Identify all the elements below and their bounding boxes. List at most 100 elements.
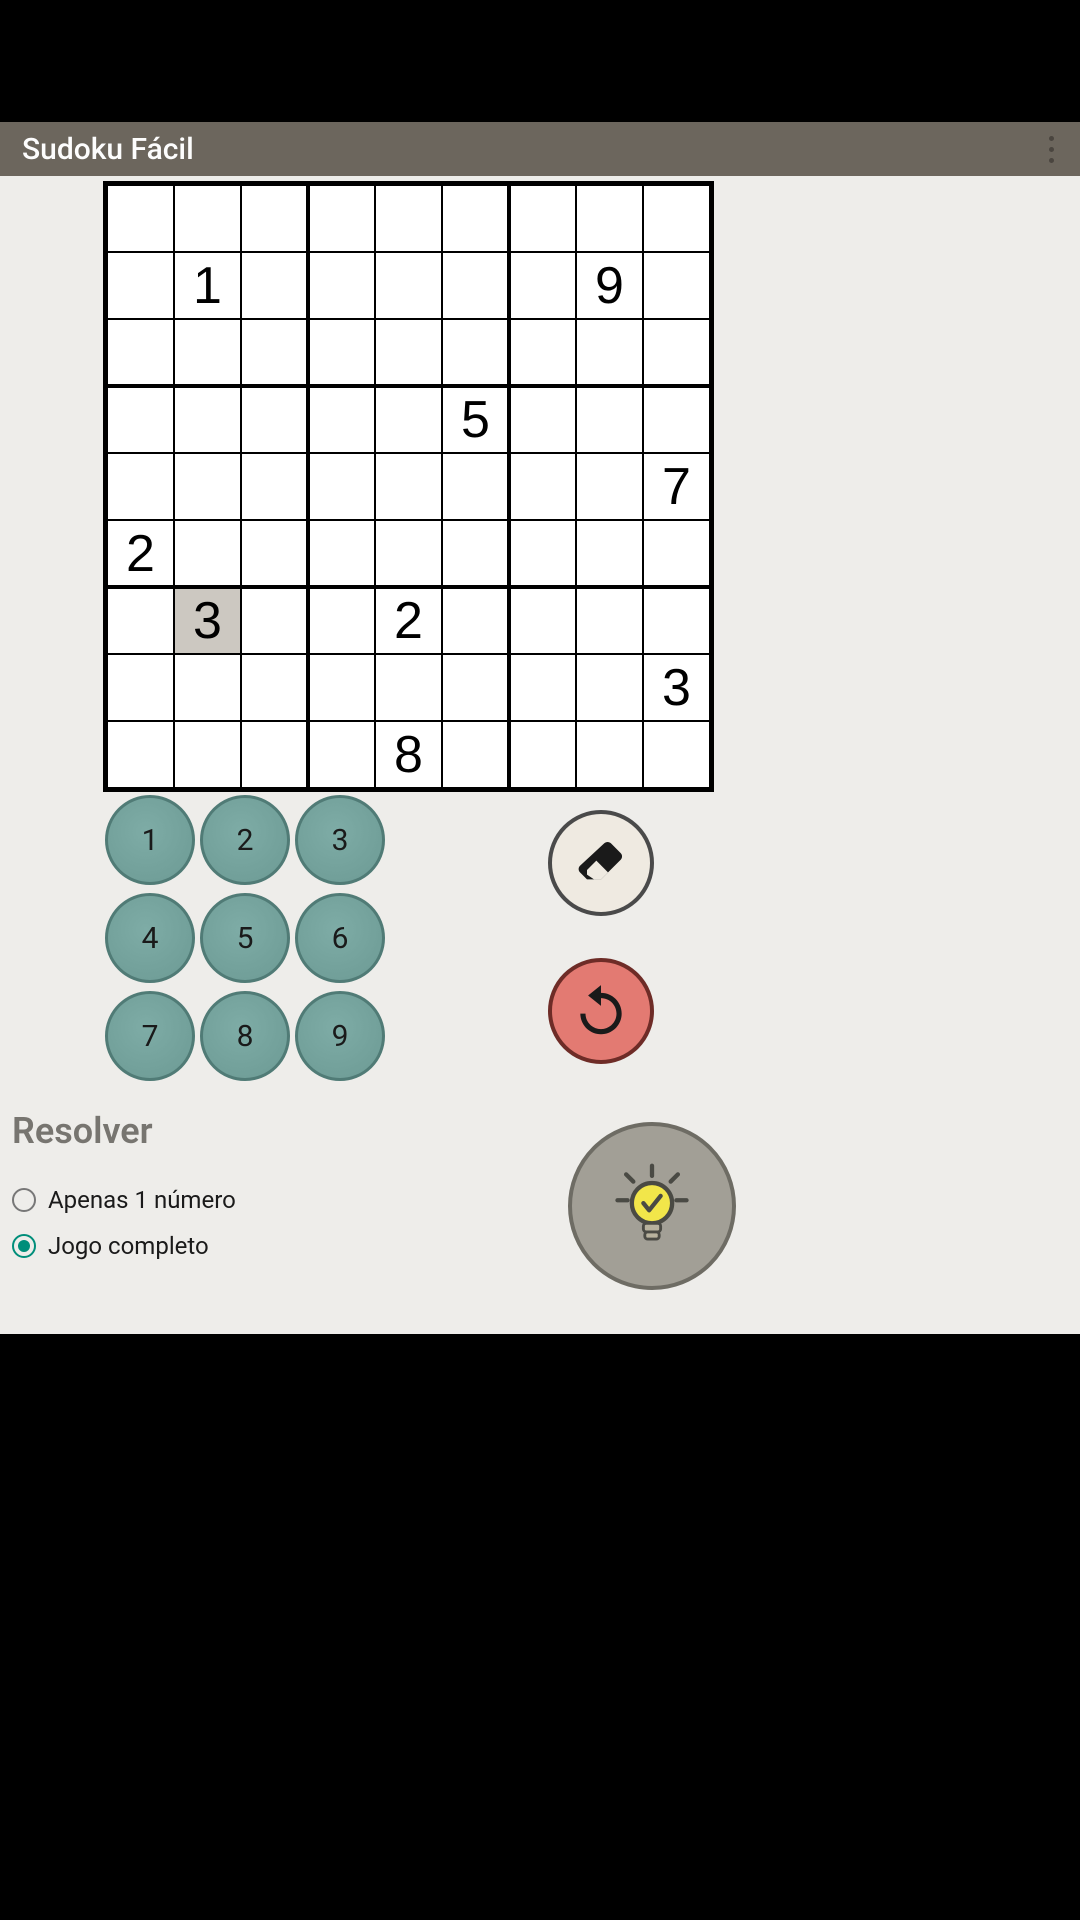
sudoku-cell[interactable] (308, 252, 375, 319)
numkey-5[interactable]: 5 (200, 893, 290, 983)
sudoku-cell[interactable] (241, 386, 308, 453)
sudoku-cell[interactable] (107, 654, 174, 721)
sudoku-cell[interactable] (643, 386, 710, 453)
sudoku-cell[interactable] (375, 185, 442, 252)
sudoku-cell[interactable] (643, 185, 710, 252)
sudoku-cell[interactable] (442, 587, 509, 654)
sudoku-cell[interactable] (375, 453, 442, 520)
erase-button[interactable] (548, 810, 654, 916)
sudoku-cell[interactable] (241, 185, 308, 252)
sudoku-cell[interactable] (107, 252, 174, 319)
sudoku-cell[interactable] (509, 252, 576, 319)
sudoku-cell[interactable] (174, 520, 241, 587)
sudoku-cell[interactable]: 9 (576, 252, 643, 319)
sudoku-cell[interactable] (576, 721, 643, 788)
sudoku-cell[interactable] (241, 319, 308, 386)
sudoku-cell[interactable] (442, 520, 509, 587)
sudoku-cell[interactable] (442, 252, 509, 319)
sudoku-cell[interactable] (308, 654, 375, 721)
radio-circle-icon (12, 1234, 36, 1258)
numkey-8[interactable]: 8 (200, 991, 290, 1081)
sudoku-cell[interactable] (442, 453, 509, 520)
number-keypad: 1 2 3 4 5 6 7 8 9 (105, 795, 390, 1089)
sudoku-cell[interactable] (643, 319, 710, 386)
sudoku-cell[interactable] (576, 319, 643, 386)
sudoku-cell[interactable] (241, 252, 308, 319)
sudoku-cell[interactable] (643, 520, 710, 587)
sudoku-cell[interactable] (308, 185, 375, 252)
sudoku-cell[interactable] (509, 520, 576, 587)
sudoku-cell[interactable] (308, 453, 375, 520)
sudoku-cell[interactable] (442, 654, 509, 721)
sudoku-cell[interactable] (174, 386, 241, 453)
sudoku-cell[interactable] (509, 654, 576, 721)
sudoku-cell[interactable] (576, 520, 643, 587)
sudoku-cell[interactable] (643, 252, 710, 319)
sudoku-cell[interactable] (107, 386, 174, 453)
eraser-icon (573, 835, 629, 891)
sudoku-cell[interactable] (442, 721, 509, 788)
numkey-1[interactable]: 1 (105, 795, 195, 885)
sudoku-cell[interactable] (375, 252, 442, 319)
sudoku-cell[interactable]: 7 (643, 453, 710, 520)
sudoku-cell[interactable]: 5 (442, 386, 509, 453)
sudoku-cell[interactable] (643, 587, 710, 654)
sudoku-cell[interactable] (509, 319, 576, 386)
sudoku-cell[interactable] (241, 453, 308, 520)
radio-option-single-number[interactable]: Apenas 1 número (12, 1186, 236, 1214)
sudoku-cell[interactable] (107, 185, 174, 252)
numkey-2[interactable]: 2 (200, 795, 290, 885)
sudoku-cell[interactable] (174, 453, 241, 520)
sudoku-cell[interactable] (509, 453, 576, 520)
numkey-3[interactable]: 3 (295, 795, 385, 885)
sudoku-cell[interactable] (509, 185, 576, 252)
sudoku-cell[interactable] (308, 386, 375, 453)
radio-option-full-game[interactable]: Jogo completo (12, 1232, 236, 1260)
numkey-7[interactable]: 7 (105, 991, 195, 1081)
sudoku-cell[interactable] (375, 520, 442, 587)
sudoku-cell[interactable] (107, 319, 174, 386)
sudoku-cell[interactable] (509, 721, 576, 788)
sudoku-cell[interactable] (643, 721, 710, 788)
hint-button[interactable] (568, 1122, 736, 1290)
sudoku-cell[interactable] (308, 721, 375, 788)
sudoku-cell[interactable]: 2 (107, 520, 174, 587)
radio-label: Apenas 1 número (48, 1186, 236, 1214)
sudoku-cell[interactable] (576, 654, 643, 721)
sudoku-cell[interactable] (576, 587, 643, 654)
sudoku-cell[interactable] (174, 185, 241, 252)
sudoku-cell[interactable]: 8 (375, 721, 442, 788)
numkey-4[interactable]: 4 (105, 893, 195, 983)
sudoku-cell[interactable] (241, 654, 308, 721)
sudoku-cell[interactable] (576, 185, 643, 252)
sudoku-cell[interactable] (107, 453, 174, 520)
sudoku-cell[interactable] (375, 654, 442, 721)
sudoku-cell[interactable] (509, 386, 576, 453)
numkey-9[interactable]: 9 (295, 991, 385, 1081)
sudoku-cell[interactable] (576, 386, 643, 453)
sudoku-cell[interactable] (174, 721, 241, 788)
sudoku-cell[interactable] (241, 520, 308, 587)
sudoku-cell[interactable] (308, 319, 375, 386)
undo-button[interactable] (548, 958, 654, 1064)
sudoku-cell[interactable] (107, 587, 174, 654)
more-vertical-icon[interactable] (1049, 136, 1058, 163)
sudoku-cell[interactable] (174, 654, 241, 721)
numkey-6[interactable]: 6 (295, 893, 385, 983)
sudoku-cell[interactable] (241, 587, 308, 654)
sudoku-cell[interactable] (375, 386, 442, 453)
sudoku-cell[interactable] (308, 587, 375, 654)
sudoku-cell[interactable]: 1 (174, 252, 241, 319)
sudoku-cell[interactable]: 2 (375, 587, 442, 654)
sudoku-cell[interactable] (308, 520, 375, 587)
sudoku-cell[interactable]: 3 (643, 654, 710, 721)
sudoku-cell[interactable] (442, 319, 509, 386)
sudoku-cell[interactable] (174, 319, 241, 386)
sudoku-cell[interactable]: 3 (174, 587, 241, 654)
sudoku-cell[interactable] (442, 185, 509, 252)
sudoku-cell[interactable] (576, 453, 643, 520)
sudoku-cell[interactable] (107, 721, 174, 788)
sudoku-cell[interactable] (241, 721, 308, 788)
sudoku-cell[interactable] (509, 587, 576, 654)
sudoku-cell[interactable] (375, 319, 442, 386)
